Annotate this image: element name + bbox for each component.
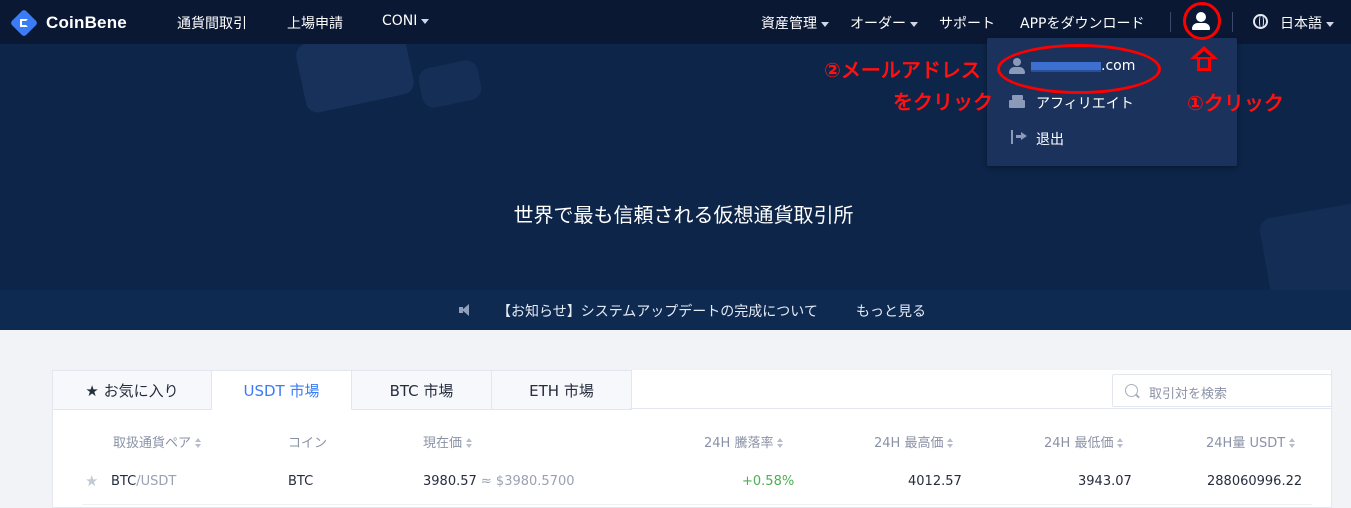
table-cell-change: +0.58% <box>742 474 795 489</box>
logout-icon <box>1011 130 1027 144</box>
notice-link[interactable]: 【お知らせ】システムアップデートの完成について <box>497 301 818 321</box>
sort-icon <box>1289 438 1296 449</box>
column-header-price[interactable]: 現在価 <box>423 432 473 451</box>
column-header-change[interactable]: 24H 騰落率 <box>704 432 784 451</box>
pair-search-input[interactable]: 取引対を検索 <box>1112 374 1332 407</box>
tab-btc-market[interactable]: BTC 市場 <box>352 370 492 410</box>
nav-item-coni[interactable]: CONI <box>382 13 430 29</box>
nav-item-assets[interactable]: 資産管理 <box>761 13 829 33</box>
dropdown-item-label: アフィリエイト <box>1036 96 1134 112</box>
sort-icon <box>195 438 202 449</box>
nav-divider <box>1170 12 1171 32</box>
arrow-up-icon <box>1190 46 1218 72</box>
notice-bar: 【お知らせ】システムアップデートの完成について もっと見る <box>0 290 1351 330</box>
sort-icon <box>777 438 784 449</box>
dropdown-item-logout[interactable]: 退出 <box>987 121 1237 155</box>
tab-usdt-market[interactable]: USDT 市場 <box>212 370 352 410</box>
tab-favorites[interactable]: ★ お気に入り <box>52 370 212 410</box>
chevron-down-icon <box>821 21 829 27</box>
chevron-down-icon <box>910 21 918 27</box>
logo-icon <box>9 8 39 38</box>
table-cell-price: 3980.57 ≈ $3980.5700 <box>423 474 575 489</box>
dropdown-item-label: 退出 <box>1036 132 1064 148</box>
nav-item-app-download[interactable]: APPをダウンロード <box>1020 13 1144 33</box>
annotation-step2: ②メールアドレス <box>824 58 981 82</box>
market-tabs: ★ お気に入り USDT 市場 BTC 市場 ETH 市場 <box>52 370 632 410</box>
star-icon[interactable]: ★ <box>85 472 98 490</box>
sort-icon <box>947 438 954 449</box>
column-header-pair[interactable]: 取扱通貨ペア <box>113 432 202 451</box>
brand-name: CoinBene <box>46 13 127 32</box>
annotation-ring-email <box>997 44 1161 94</box>
chevron-down-icon <box>421 18 430 24</box>
sort-icon <box>1117 438 1124 449</box>
table-cell-pair[interactable]: BTC/USDT <box>111 474 176 489</box>
sort-icon <box>466 438 473 449</box>
nav-divider <box>1232 12 1233 32</box>
nav-item-trade[interactable]: 通貨間取引 <box>177 13 247 33</box>
table-row-divider <box>82 504 1312 505</box>
chevron-down-icon <box>1326 21 1334 27</box>
search-icon <box>1125 384 1138 397</box>
annotation-step1: ①クリック <box>1187 91 1284 115</box>
column-header-coin: コイン <box>288 436 328 451</box>
search-placeholder: 取引対を検索 <box>1149 387 1228 402</box>
table-cell-high: 4012.57 <box>908 474 962 489</box>
column-header-volume[interactable]: 24H量 USDT <box>1206 432 1296 451</box>
globe-icon <box>1253 14 1268 29</box>
nav-item-support[interactable]: サポート <box>939 13 995 33</box>
decor-shape <box>293 44 417 115</box>
decor-shape <box>416 58 484 110</box>
affiliate-icon <box>1009 95 1025 108</box>
nav-item-listing[interactable]: 上場申請 <box>287 13 343 33</box>
language-selector[interactable]: 日本語 <box>1280 13 1334 33</box>
notice-more-link[interactable]: もっと見る <box>856 301 926 321</box>
column-header-low[interactable]: 24H 最低価 <box>1044 432 1124 451</box>
tab-underline <box>630 408 1332 409</box>
column-header-high[interactable]: 24H 最高価 <box>874 432 954 451</box>
table-cell-volume: 288060996.22 <box>1207 474 1303 489</box>
annotation-ring-user <box>1183 2 1221 40</box>
nav-item-orders[interactable]: オーダー <box>850 13 918 33</box>
table-cell-coin: BTC <box>288 474 314 489</box>
speaker-icon <box>459 304 473 316</box>
table-cell-low: 3943.07 <box>1078 474 1132 489</box>
hero-title: 世界で最も信頼される仮想通貨取引所 <box>513 203 854 227</box>
logo[interactable]: CoinBene <box>9 8 127 38</box>
annotation-step2-cont: をクリック <box>893 90 993 114</box>
tab-eth-market[interactable]: ETH 市場 <box>492 370 632 410</box>
